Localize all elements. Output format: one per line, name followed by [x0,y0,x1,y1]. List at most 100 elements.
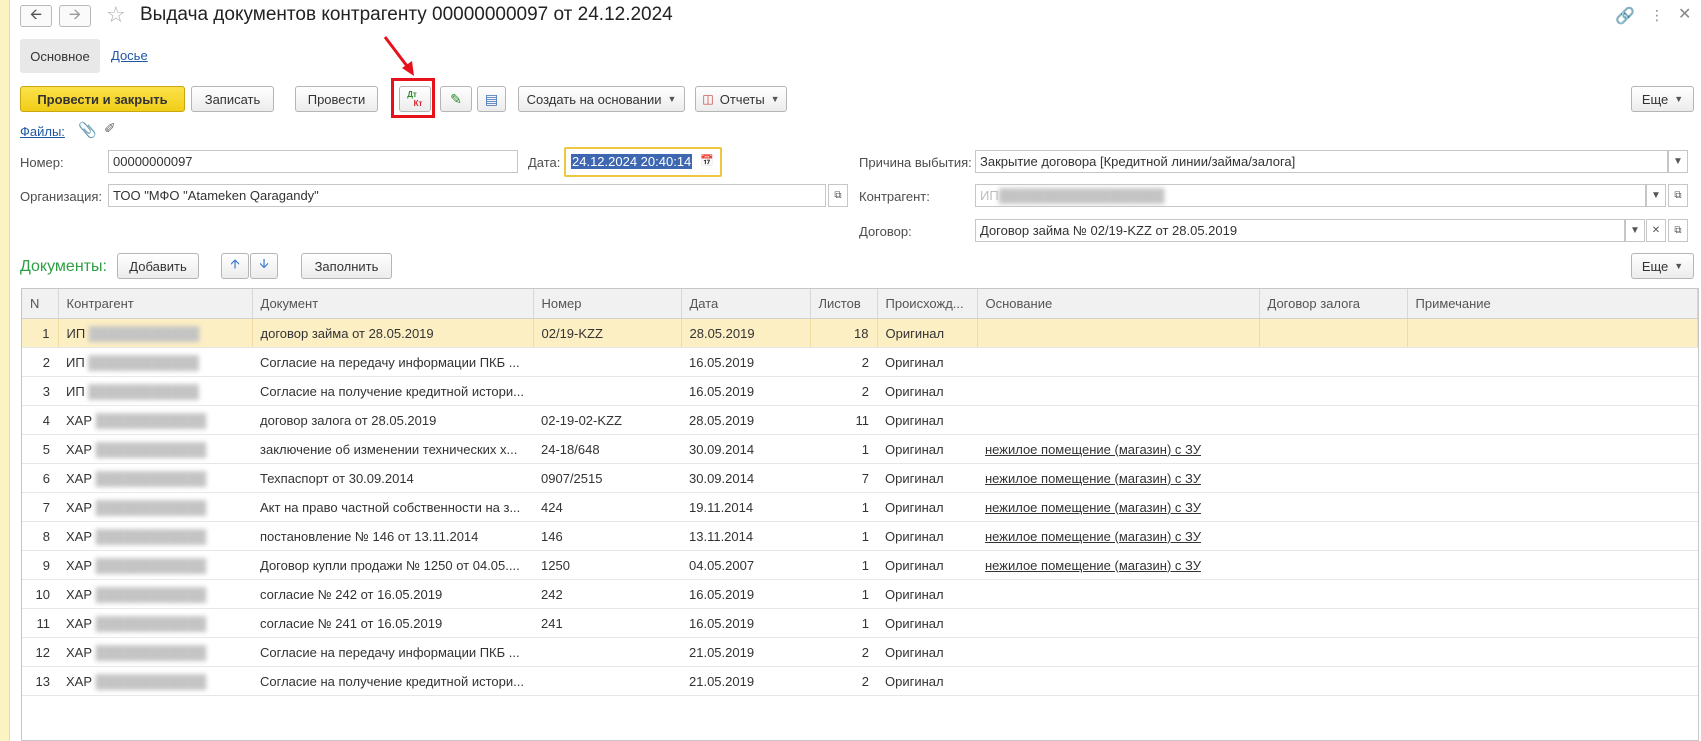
pencil-icon[interactable]: ✐ [104,120,116,137]
cell-empty [1407,521,1698,551]
cell-date: 21.05.2019 [681,666,810,696]
counterparty-redacted: ████████████ [92,673,207,689]
counterparty-open-button[interactable]: ⧉ [1668,184,1688,207]
counterparty-field[interactable]: ИП ██████████████████ [975,184,1646,207]
table-row[interactable]: 11 ХАР ████████████ согласие № 241 от 16.0… [22,608,1698,638]
cell-empty [1407,376,1698,406]
files-link[interactable]: Файлы: [20,124,65,139]
cell-sheets: 1 [810,608,877,638]
cell-empty [1259,376,1407,406]
organization-field[interactable]: ТОО "МФО "Atameken Qaragandy" [108,184,826,207]
counterparty-dropdown-button[interactable]: ▼ [1646,184,1666,207]
cell-doc: Согласие на передачу информации ПКБ ... [252,637,533,667]
table-row[interactable]: 3 ИП ████████████ Согласие на получение кр… [22,376,1698,406]
close-icon[interactable]: ✕ [1678,4,1691,24]
date-field[interactable]: 24.12.2024 20:40:14 [571,154,693,169]
star-icon[interactable]: ☆ [106,2,126,28]
number-label: Номер: [20,155,64,170]
table-row[interactable]: 1 ИП ████████████ договор займа от 28.05.2… [22,318,1698,348]
cell-counterparty: ХАР ████████████ [58,666,252,696]
move-down-button[interactable]: 🡫 [250,253,278,279]
cell-doc: Согласие на получение кредитной истори..… [252,666,533,696]
counterparty-redacted: ████████████ [92,586,207,602]
cell-date: 28.05.2019 [681,318,811,348]
column-header[interactable]: Листов [810,289,878,319]
contract-field[interactable]: Договор займа № 02/19-KZZ от 28.05.2019 [975,219,1625,242]
post-button[interactable]: Провести [295,86,378,112]
tab-dossier[interactable]: Досье [111,48,148,63]
window-title: Выдача документов контрагенту 0000000009… [140,4,673,25]
contract-dropdown-button[interactable]: ▼ [1625,219,1645,242]
column-header[interactable]: Основание [977,289,1260,319]
cell-n: 12 [22,637,58,667]
edit-movements-button[interactable]: ✎ [440,86,472,112]
column-header[interactable]: Документ [252,289,534,319]
contract-clear-button[interactable]: ✕ [1646,219,1666,242]
add-button[interactable]: Добавить [117,253,199,279]
documents-table[interactable]: N Контрагент Документ Номер Дата Листов Происх… [21,288,1699,741]
cell-basis[interactable]: нежилое помещение (магазин) с ЗУ [977,463,1259,493]
table-row[interactable]: 10 ХАР ████████████ согласие № 242 от 16.0… [22,579,1698,609]
counterparty-prefix: ИП [66,383,85,399]
cell-empty [1259,463,1407,493]
reports-button[interactable]: ◫ Отчеты ▼ [695,86,787,112]
cell-basis[interactable]: нежилое помещение (магазин) с ЗУ [977,521,1259,551]
column-header[interactable]: Происхожд... [877,289,978,319]
reason-field[interactable]: Закрытие договора [Кредитной линии/займа… [975,150,1668,173]
tab-main[interactable]: Основное [20,39,100,73]
forward-button[interactable]: 🡪 [59,5,91,27]
table-row[interactable]: 7 ХАР ████████████ Акт на право частной со… [22,492,1698,522]
arrow-down-icon: 🡫 [259,256,269,271]
cell-sheets: 1 [810,579,877,609]
column-header[interactable]: Контрагент [58,289,253,319]
reason-dropdown-button[interactable]: ▼ [1668,150,1688,173]
column-header[interactable]: N [22,289,59,319]
cell-n: 1 [22,318,59,348]
cell-counterparty: ХАР ████████████ [58,405,252,435]
create-based-button[interactable]: Создать на основании ▼ [518,86,685,112]
cell-origin: Оригинал [877,405,977,435]
table-row[interactable]: 5 ХАР ████████████ заключение об изменении… [22,434,1698,464]
counterparty-redacted: ████████████ [85,325,200,341]
post-and-close-button[interactable]: Провести и закрыть [20,86,185,112]
organization-open-button[interactable]: ⧉ [828,184,848,207]
cell-empty [1407,637,1698,667]
contract-open-button[interactable]: ⧉ [1668,219,1688,242]
number-field[interactable]: 00000000097 [108,150,518,173]
link-icon[interactable]: 🔗 [1615,6,1635,26]
paperclip-icon[interactable]: 📎 [78,121,97,139]
cell-date: 19.11.2014 [681,492,810,522]
more-button[interactable]: Еще ▼ [1631,86,1694,112]
cell-basis[interactable]: нежилое помещение (магазин) с ЗУ [977,492,1259,522]
kebab-icon[interactable]: ⋮ [1650,7,1664,24]
calendar-icon[interactable]: 📅 [700,154,714,167]
cell-basis[interactable]: нежилое помещение (магазин) с ЗУ [977,434,1259,464]
table-row[interactable]: 6 ХАР ████████████ Техпаспорт от 30.09.201… [22,463,1698,493]
table-row[interactable]: 4 ХАР ████████████ договор залога от 28.05… [22,405,1698,435]
column-header[interactable]: Примечание [1407,289,1698,319]
table-row[interactable]: 9 ХАР ████████████ Договор купли продажи №… [22,550,1698,580]
table-row[interactable]: 13 ХАР ████████████ Согласие на получение … [22,666,1698,696]
chevron-down-icon: ▼ [770,94,780,104]
cell-num [533,376,681,406]
structure-button[interactable]: ▤ [477,86,506,112]
table-row[interactable]: 2 ИП ████████████ Согласие на передачу инф… [22,347,1698,377]
column-header[interactable]: Договор залога [1259,289,1408,319]
table-row[interactable]: 8 ХАР ████████████ постановление № 146 от … [22,521,1698,551]
counterparty-prefix: ХАР [66,412,93,428]
move-up-button[interactable]: 🡩 [221,253,249,279]
back-button[interactable]: 🡨 [20,5,52,27]
cell-basis[interactable]: нежилое помещение (магазин) с ЗУ [977,550,1259,580]
date-field-wrap[interactable]: 24.12.2024 20:40:14 📅 [564,147,722,177]
documents-more-button[interactable]: Еще ▼ [1631,253,1694,279]
cell-num: 02-19-02-KZZ [533,405,681,435]
table-row[interactable]: 12 ХАР ████████████ Согласие на передачу и… [22,637,1698,667]
fill-button[interactable]: Заполнить [301,253,392,279]
cell-empty [1407,463,1698,493]
save-button[interactable]: Записать [191,86,274,112]
cell-empty [1259,492,1407,522]
column-header[interactable]: Номер [533,289,682,319]
column-header[interactable]: Дата [681,289,811,319]
more-label: Еще [1641,91,1669,107]
cell-sheets: 2 [810,376,877,406]
